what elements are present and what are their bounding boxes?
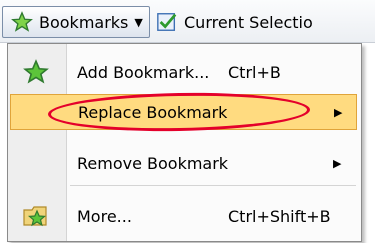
toolbar: Bookmarks ▼ Current Selectio <box>0 0 375 43</box>
current-selection-button[interactable]: Current Selectio <box>156 6 313 38</box>
menu-item-more[interactable]: More... Ctrl+Shift+B <box>10 198 357 234</box>
menu-separator <box>70 185 356 186</box>
checkbox-icon <box>157 13 177 31</box>
add-bookmark-label: Add Bookmark... <box>77 62 210 82</box>
chevron-down-icon: ▼ <box>134 15 143 29</box>
bookmarks-label: Bookmarks <box>39 12 129 32</box>
bookmarks-dropdown-menu: Add Bookmark... Ctrl+B Replace Bookmark … <box>7 43 362 242</box>
remove-bookmark-label: Remove Bookmark <box>77 153 229 173</box>
menu-item-remove-bookmark[interactable]: Remove Bookmark ▶ <box>10 145 357 181</box>
menu-item-add-bookmark[interactable]: Add Bookmark... Ctrl+B <box>10 54 357 90</box>
more-label: More... <box>77 206 132 226</box>
more-shortcut: Ctrl+Shift+B <box>228 206 331 226</box>
star-icon <box>23 59 49 84</box>
chevron-right-icon: ▶ <box>334 105 343 119</box>
star-icon <box>11 11 33 32</box>
add-bookmark-shortcut: Ctrl+B <box>228 62 281 82</box>
folder-star-icon <box>23 206 47 227</box>
chevron-right-icon: ▶ <box>333 156 342 170</box>
current-selection-label: Current Selectio <box>184 12 313 32</box>
bookmarks-menu-button[interactable]: Bookmarks ▼ <box>2 6 150 38</box>
